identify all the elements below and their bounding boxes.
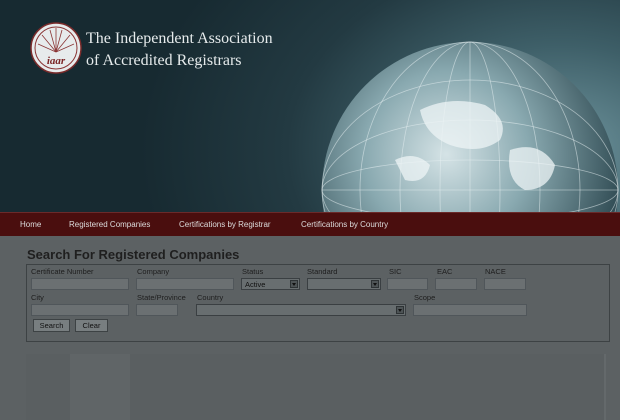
status-select[interactable]: Active [241, 278, 300, 290]
nace-label: NACE [485, 267, 506, 276]
state-province-input[interactable] [136, 304, 178, 316]
nav-certifications-by-country[interactable]: Certifications by Country [301, 220, 388, 229]
chevron-down-icon[interactable] [396, 306, 404, 314]
scope-input[interactable] [413, 304, 527, 316]
header-banner: iaar The Independent Association of Accr… [0, 0, 620, 212]
nav-home[interactable]: Home [20, 220, 41, 229]
scope-label: Scope [414, 293, 436, 302]
certificate-number-input[interactable] [31, 278, 129, 290]
eac-label: EAC [437, 267, 453, 276]
certificate-number-label: Certificate Number [31, 267, 94, 276]
iaar-logo: iaar [30, 22, 82, 74]
page-title: Search For Registered Companies [27, 247, 240, 262]
sic-label: SIC [389, 267, 402, 276]
clear-button[interactable]: Clear [75, 319, 108, 332]
status-select-value: Active [245, 280, 266, 289]
status-label: Status [242, 267, 264, 276]
nace-input[interactable] [484, 278, 526, 290]
country-label: Country [197, 293, 224, 302]
search-button[interactable]: Search [33, 319, 70, 332]
site-title-line2: of Accredited Registrars [86, 52, 242, 69]
company-label: Company [137, 267, 170, 276]
sic-input[interactable] [387, 278, 428, 290]
search-form: Certificate Number Company Status Standa… [26, 264, 610, 342]
results-column [70, 354, 130, 420]
company-input[interactable] [136, 278, 234, 290]
nav-registered-companies[interactable]: Registered Companies [69, 220, 150, 229]
standard-select[interactable] [307, 278, 381, 290]
site-title-line1: The Independent Association [86, 30, 273, 47]
chevron-down-icon[interactable] [290, 280, 298, 288]
standard-label: Standard [307, 267, 338, 276]
eac-input[interactable] [435, 278, 477, 290]
country-select[interactable] [196, 304, 406, 316]
city-label: City [31, 293, 44, 302]
results-divider [604, 354, 606, 420]
nav-bar: Home Registered Companies Certifications… [0, 212, 620, 236]
globe-image [321, 41, 619, 212]
chevron-down-icon[interactable] [371, 280, 379, 288]
city-input[interactable] [31, 304, 129, 316]
nav-certifications-by-registrar[interactable]: Certifications by Registrar [179, 220, 271, 229]
state-province-label: State/Province [137, 293, 186, 302]
main-content: Search For Registered Companies Certific… [0, 236, 620, 420]
svg-text:iaar: iaar [47, 55, 66, 67]
